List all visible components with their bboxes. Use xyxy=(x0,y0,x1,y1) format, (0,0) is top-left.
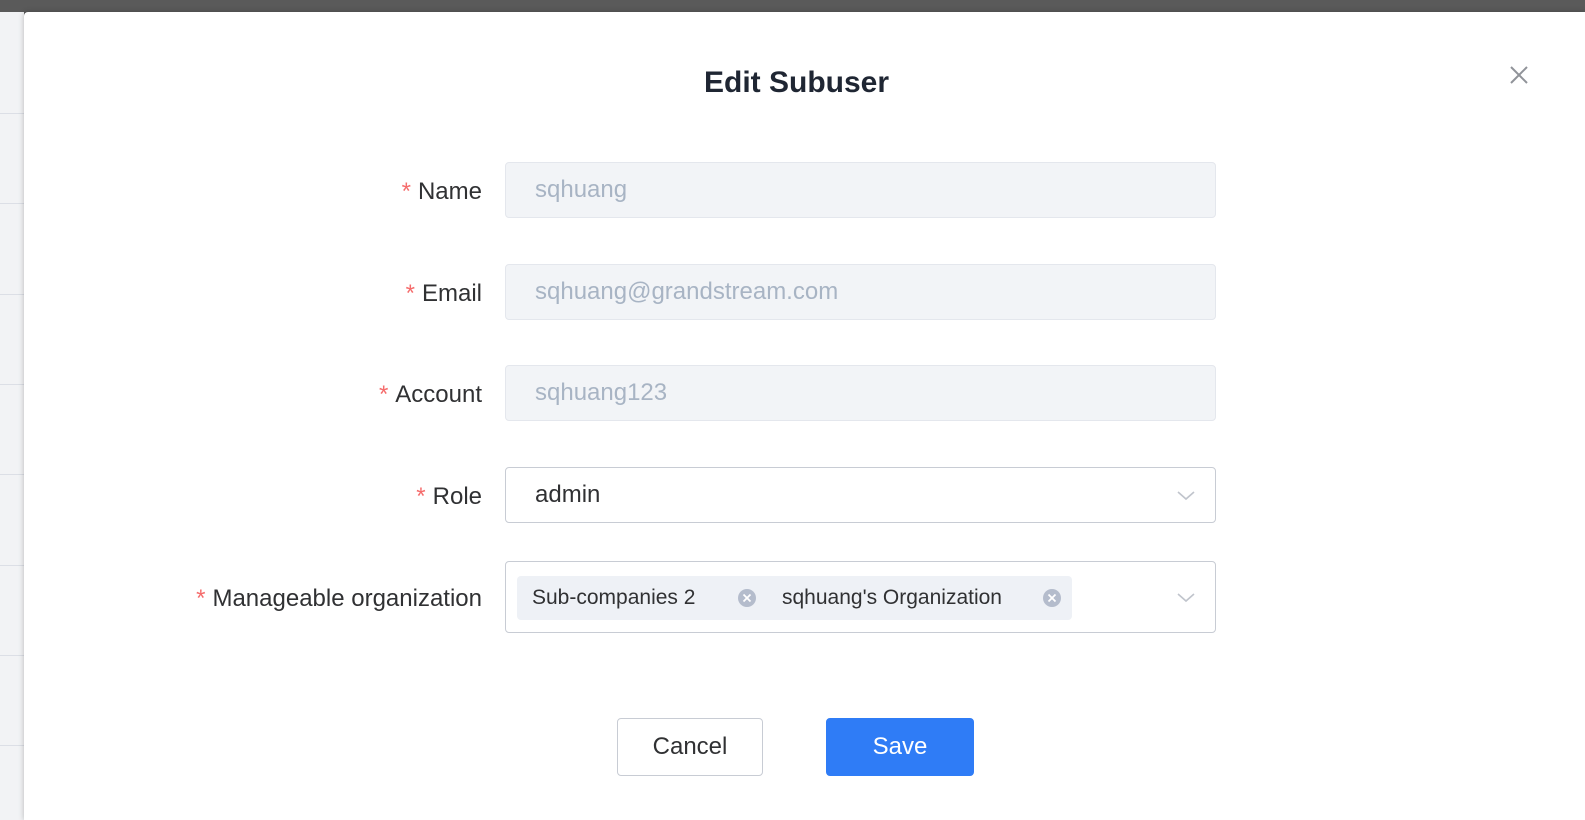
organization-tag: sqhuang's Organization xyxy=(767,576,1072,620)
chevron-down-icon[interactable] xyxy=(1175,484,1197,506)
organization-tag-label: sqhuang's Organization xyxy=(782,586,1002,609)
required-marker: * xyxy=(401,178,411,205)
name-label: * Name xyxy=(402,178,482,206)
edit-subuser-dialog: Edit Subuser * Name sqhuang * Email sqhuan… xyxy=(24,12,1585,820)
tag-close-icon[interactable] xyxy=(737,588,757,608)
required-marker: * xyxy=(405,280,415,307)
name-value: sqhuang xyxy=(535,176,628,203)
cancel-button[interactable]: Cancel xyxy=(617,718,763,776)
account-field[interactable]: sqhuang123 xyxy=(505,365,1216,421)
background-divider xyxy=(0,384,24,385)
chevron-down-icon[interactable] xyxy=(1175,586,1197,608)
name-field[interactable]: sqhuang xyxy=(505,162,1216,218)
background-divider xyxy=(0,113,24,114)
required-marker: * xyxy=(378,381,389,408)
manageable-organization-label-text: Manageable organization xyxy=(212,585,482,612)
background-divider xyxy=(0,294,24,295)
manageable-organization-label: * Manageable organization xyxy=(196,585,482,613)
required-marker: * xyxy=(196,585,206,612)
role-value: admin xyxy=(535,481,601,508)
background-page xyxy=(0,12,24,820)
email-label-text: Email xyxy=(421,280,482,307)
role-label: * Role xyxy=(416,483,482,511)
email-value: sqhuang@grandstream.com xyxy=(535,278,839,305)
background-divider xyxy=(0,474,24,475)
email-label: * Email xyxy=(406,280,482,308)
background-divider xyxy=(0,655,24,656)
manageable-organization-select[interactable]: Sub-companies 2 sqhuang's Organization xyxy=(505,561,1216,633)
organization-tag-label: Sub-companies 2 xyxy=(532,586,696,609)
name-label-text: Name xyxy=(417,178,482,205)
tag-close-icon[interactable] xyxy=(1042,588,1062,608)
role-label-text: Role xyxy=(432,483,482,510)
close-icon[interactable] xyxy=(1506,62,1532,88)
background-divider xyxy=(0,203,24,204)
required-marker: * xyxy=(416,483,426,510)
background-divider xyxy=(0,565,24,566)
email-field[interactable]: sqhuang@grandstream.com xyxy=(505,264,1216,320)
role-select[interactable]: admin xyxy=(505,467,1216,523)
account-value: sqhuang123 xyxy=(535,379,668,406)
dialog-title: Edit Subuser xyxy=(703,66,890,99)
account-label-text: Account xyxy=(395,381,482,408)
save-button[interactable]: Save xyxy=(826,718,974,776)
background-divider xyxy=(0,745,24,746)
organization-tag: Sub-companies 2 xyxy=(517,576,783,620)
account-label: * Account xyxy=(379,381,482,409)
